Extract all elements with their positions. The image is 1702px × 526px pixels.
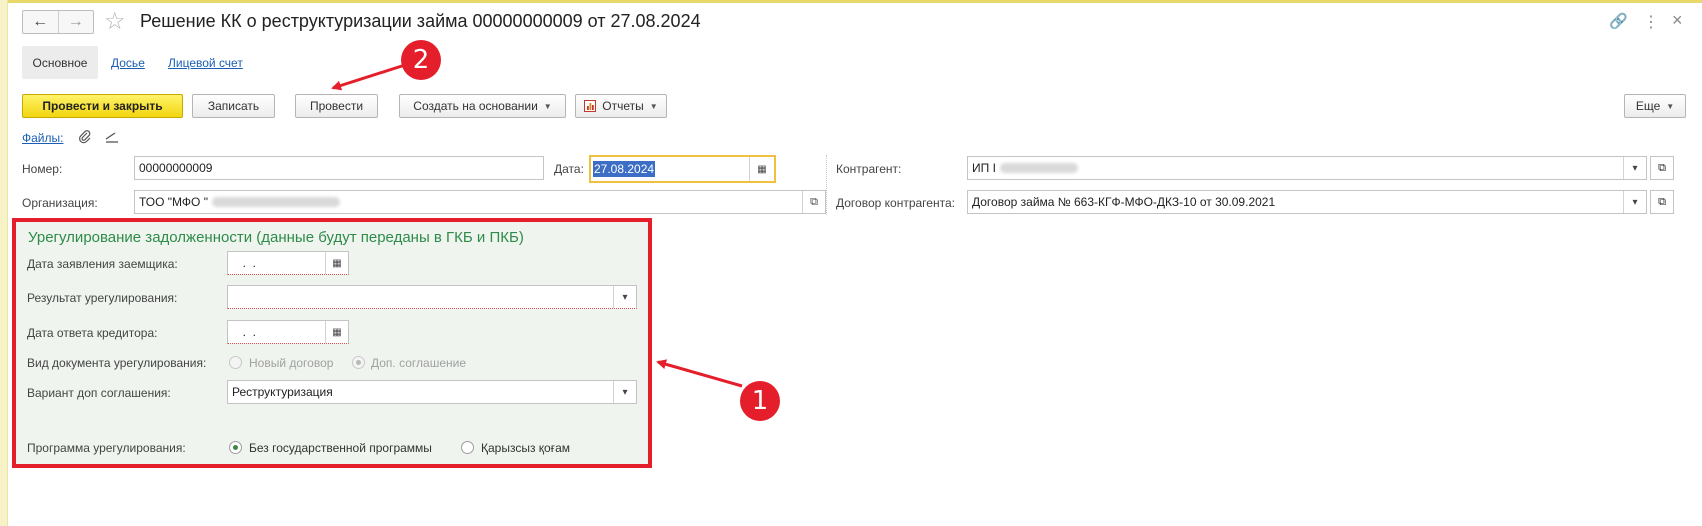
annotation-badge-2: 2	[401, 40, 441, 80]
annotation-badge-1: 1	[740, 381, 780, 421]
arrow-2	[331, 63, 406, 91]
annotation-arrows	[331, 63, 743, 388]
arrow-1	[656, 359, 743, 388]
